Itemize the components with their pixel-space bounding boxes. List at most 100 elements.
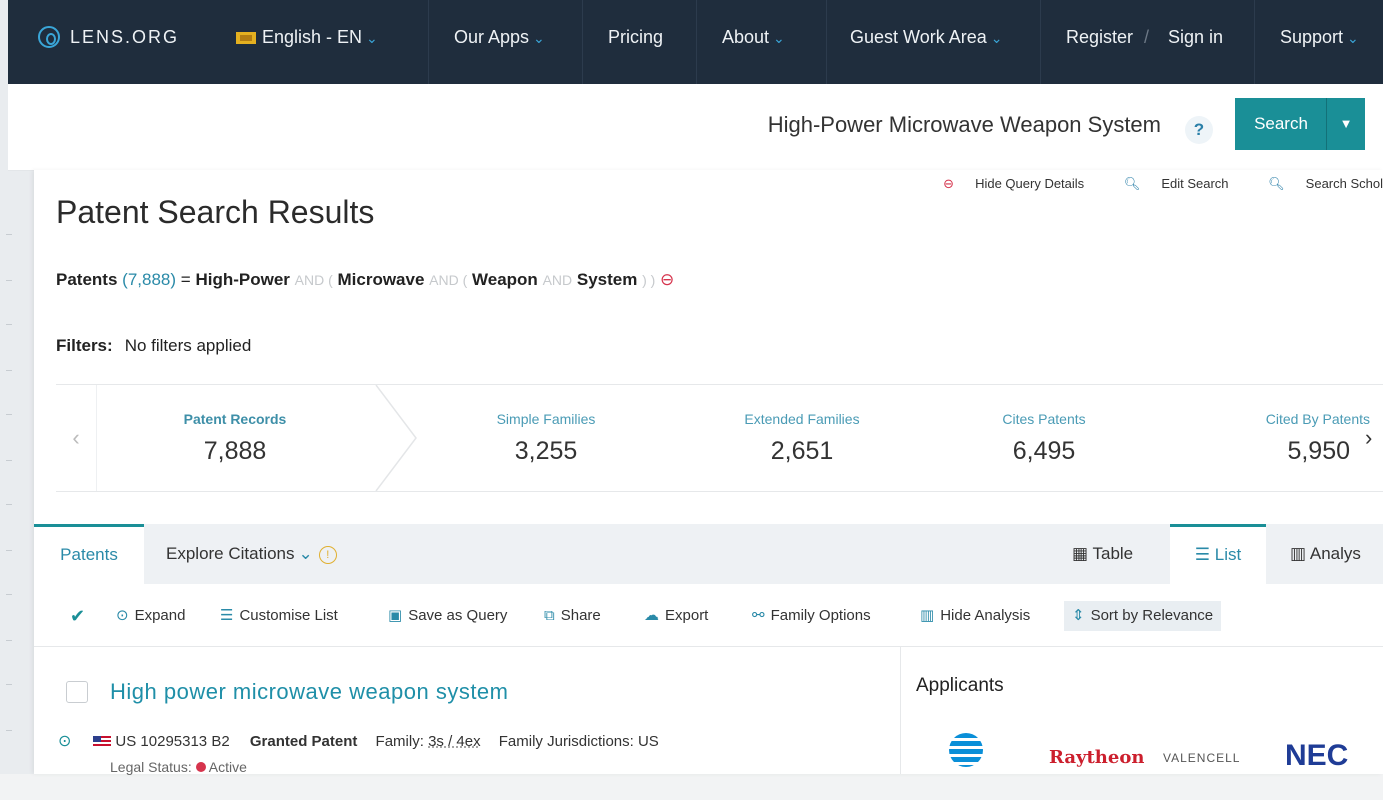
result-list: High power microwave weapon system ⊙ US 1… [34,647,900,775]
hide-query-details-button[interactable]: ⊖ Hide Query Details [925,176,1084,191]
guest-work-area-menu[interactable]: Guest Work Area ⌄ [850,22,1002,52]
sign-in-link[interactable]: Sign in [1168,22,1223,52]
legal-status-label: Legal Status: [110,759,192,775]
guest-work-area-label: Guest Work Area [850,27,987,47]
search-button[interactable]: Search [1235,98,1327,150]
chevron-down-icon: ⌄ [533,30,545,46]
query-actions: ⊖ Hide Query Details 🔍︎ Edit Search 🔍︎ Sear… [907,176,1383,192]
customise-list-button[interactable]: ☰ Customise List [220,601,338,631]
query-term: Microwave [337,270,425,289]
customise-list-label: Customise List [239,607,338,624]
export-label: Export [665,607,709,624]
tab-analysis[interactable]: ▥ Analys [1290,524,1361,584]
chevron-down-icon: ⌄ [1347,30,1359,46]
help-icon[interactable]: ? [1185,116,1213,144]
chevron-right-icon[interactable]: › [1365,385,1383,491]
query-operator: ) ) [642,272,656,288]
filters-line: Filters: No filters applied [56,336,251,356]
family-options-button[interactable]: ⚯ Family Options [752,601,871,631]
pricing-link[interactable]: Pricing [608,22,663,52]
search-options-dropdown[interactable]: ▼ [1326,98,1365,150]
applicants-title: Applicants [916,675,1004,696]
stats-carousel: ‹ Patent Records 7,888 Simple Families 3… [56,384,1383,492]
att-logo[interactable] [949,725,989,774]
export-button[interactable]: ☁ Export [644,601,708,631]
top-navigation: LENS.ORG English - EN ⌄ Our Apps ⌄ Pricing… [0,0,1383,84]
query-count[interactable]: (7,888) [122,270,176,289]
att-globe-icon [949,733,983,767]
tab-list[interactable]: ☰ List [1170,524,1266,587]
share-label: Share [560,607,601,624]
save-as-query-button[interactable]: ▣ Save as Query [388,601,507,631]
edit-search-button[interactable]: 🔍︎ Edit Search [1106,176,1229,191]
tab-analysis-label: Analys [1309,544,1361,563]
family-value[interactable]: 3s / 4ex [428,733,481,750]
search-query-input[interactable]: High-Power Microwave Weapon System [768,112,1161,138]
our-apps-menu[interactable]: Our Apps ⌄ [454,22,545,52]
nec-logo[interactable]: NEC [1285,739,1348,788]
status-dot-icon [195,762,206,772]
query-equals: = [180,270,191,289]
info-icon: ! [318,545,337,564]
family-jurisdictions: Family Jurisdictions: US [498,733,659,750]
query-term: High-Power [195,270,290,289]
stat-cited-by-patents[interactable]: Cited By Patents 5,950 [1176,385,1376,491]
minus-circle-icon: ⊖ [943,176,955,191]
tab-explore-citations[interactable]: Explore Citations ⌄! [166,524,337,584]
result-title-link[interactable]: High power microwave weapon system [110,679,509,705]
filters-label: Filters: [56,336,113,355]
hide-analysis-button[interactable]: ▥ Hide Analysis [920,601,1030,631]
tab-table-label: Table [1092,544,1134,563]
sort-icon: ⇕ [1072,607,1085,624]
cloud-upload-icon: ☁ [644,607,659,624]
stat-extended-families[interactable]: Extended Families 2,651 [684,385,920,491]
language-selector[interactable]: English - EN ⌄ [236,22,378,52]
sort-dropdown[interactable]: ⇕ Sort by Relevance [1064,601,1222,631]
about-label: About [722,27,770,47]
chevron-down-icon: ⌄ [366,30,378,46]
remove-query-icon[interactable]: ⊖ [660,270,674,289]
stat-label: Simple Families [496,411,596,427]
bar-chart-icon: ▥ [1290,544,1307,563]
register-link[interactable]: Register [1066,22,1133,52]
support-menu[interactable]: Support ⌄ [1280,22,1359,52]
page-title: Patent Search Results [56,194,375,230]
query-summary: Patents (7,888) = High-Power AND ( Micro… [56,270,674,290]
chevron-left-icon[interactable]: ‹ [56,385,97,491]
view-tabs: Patents Explore Citations ⌄! ▦ Table ☰ Li… [34,524,1383,587]
chevron-down-icon: ⌄ [298,544,313,563]
hide-query-details-label: Hide Query Details [975,176,1085,191]
save-as-query-label: Save as Query [408,607,508,624]
result-meta: ⊙ US 10295313 B2 Granted Patent Family: 3… [58,731,659,751]
chevron-down-icon: ⌄ [990,30,1003,46]
family-label: Family: [375,733,424,750]
nav-separator: / [1144,27,1150,47]
query-operator: AND ( [294,272,333,288]
tab-explore-citations-label: Explore Citations [166,544,295,563]
stat-patent-records[interactable]: Patent Records 7,888 [96,385,374,491]
tab-patents[interactable]: Patents [34,524,144,587]
search-icon: 🔍︎ [1268,176,1285,191]
legal-status: Legal Status: Active [110,759,247,775]
valencell-logo[interactable]: VALENCELL [1163,751,1240,800]
query-label: Patents [56,270,118,289]
bar-chart-icon: ▥ [920,607,935,624]
results-panel: ⊖ Hide Query Details 🔍︎ Edit Search 🔍︎ Sear… [34,170,1383,775]
select-all-checkbox[interactable]: ✔ [70,601,85,631]
raytheon-logo[interactable]: Raytheon [1049,747,1144,796]
patent-number[interactable]: US 10295313 B2 [115,733,229,750]
tab-table[interactable]: ▦ Table [1072,524,1133,584]
query-term: System [576,270,638,289]
share-button[interactable]: ⧉ Share [544,601,601,631]
expand-circle-icon[interactable]: ⊙ [58,733,71,750]
search-icon: 🔍︎ [1123,176,1141,191]
expand-button[interactable]: ⊙ Expand [116,601,185,631]
lens-logo[interactable]: LENS.ORG [38,22,179,52]
result-checkbox[interactable] [66,681,88,703]
about-menu[interactable]: About ⌄ [722,22,785,52]
search-scholarly-button[interactable]: 🔍︎ Search Schol [1250,176,1383,191]
stat-cites-patents[interactable]: Cites Patents 6,495 [926,385,1162,491]
share-icon: ⧉ [544,607,555,624]
stat-simple-families[interactable]: Simple Families 3,255 [428,385,664,491]
chevron-down-icon: ⌄ [773,30,785,46]
